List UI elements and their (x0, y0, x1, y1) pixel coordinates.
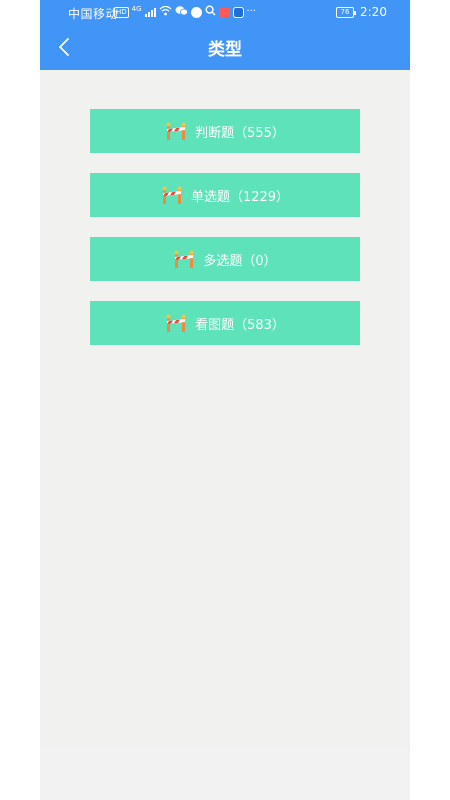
question-type-list: 判断题（555） 单选题（1229） 多选题（0） 看图题（583） (90, 109, 360, 365)
location-app-icon (232, 6, 244, 18)
chat-app-icon (175, 5, 188, 19)
status-bar: 中国移动 HD 4G ··· 76 2:20 (40, 0, 410, 26)
roadblock-icon (165, 314, 187, 332)
page-title: 类型 (208, 40, 242, 60)
status-icons: HD 4G ··· (114, 5, 256, 19)
battery-icon: 76 (336, 7, 356, 18)
type-label: 单选题（1229） (190, 189, 290, 205)
bottom-area (40, 748, 410, 800)
app-header: 中国移动 HD 4G ··· 76 2:20 类型 (40, 0, 410, 70)
more-notifications-icon: ··· (246, 6, 257, 17)
status-time: 2:20 (360, 5, 387, 19)
type-label: 看图题（583） (195, 317, 285, 333)
wifi-icon (159, 5, 172, 19)
type-button-single-choice[interactable]: 单选题（1229） (90, 173, 360, 217)
browser-app-icon (190, 6, 202, 18)
roadblock-icon (161, 186, 183, 204)
carrier-name: 中国移动 (68, 7, 119, 21)
news-app-icon (218, 7, 230, 17)
signal-icon (144, 7, 156, 17)
roadblock-icon (173, 250, 195, 268)
app-screen: 中国移动 HD 4G ··· 76 2:20 类型 判断题（555） 单选题（1… (40, 0, 410, 800)
type-button-judgement[interactable]: 判断题（555） (90, 109, 360, 153)
roadblock-icon (165, 122, 187, 140)
type-label: 多选题（0） (203, 253, 277, 269)
type-button-picture[interactable]: 看图题（583） (90, 301, 360, 345)
search-app-icon (205, 5, 216, 19)
hd-badge: HD (114, 6, 129, 18)
type-button-multiple-choice[interactable]: 多选题（0） (90, 237, 360, 281)
network-type-label: 4G (131, 5, 142, 13)
type-label: 判断题（555） (195, 125, 285, 141)
